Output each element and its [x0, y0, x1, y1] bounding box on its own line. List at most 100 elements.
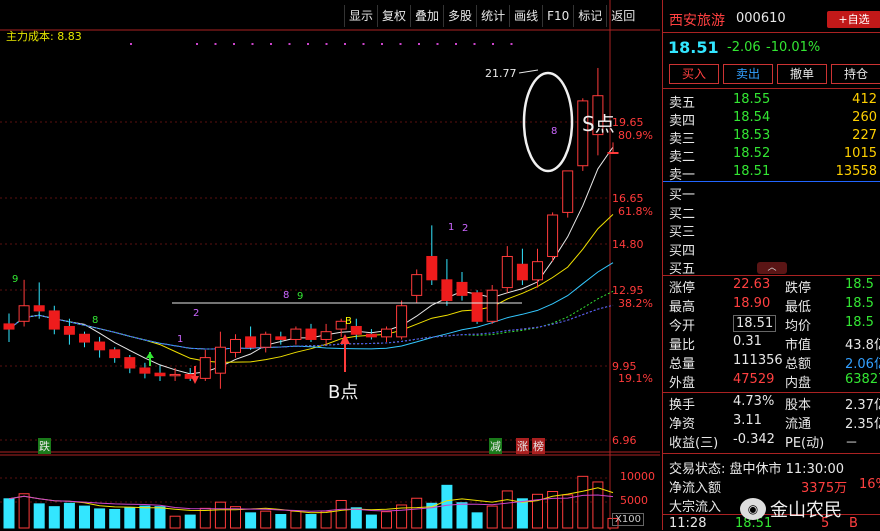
candle-body	[48, 310, 60, 330]
volume-bar	[471, 512, 483, 529]
price-change: -2.06	[727, 40, 761, 55]
overlays	[146, 69, 574, 384]
ask-price: 18.55	[733, 92, 771, 107]
candle-body	[365, 333, 377, 338]
toolbar-button[interactable]: 画线	[509, 5, 542, 27]
bid-row[interactable]: 买二	[663, 203, 880, 222]
stat-value: 3.11	[733, 413, 762, 428]
cancel-order-button[interactable]: 撤单	[777, 64, 827, 84]
signal-dot	[270, 43, 272, 45]
stat-value: 18.51	[733, 315, 777, 332]
bid-label: 买二	[669, 206, 696, 222]
volume-bar	[350, 507, 362, 529]
bid-row[interactable]: 买一	[663, 184, 880, 203]
volume-bar	[94, 508, 106, 529]
volume-bar	[411, 497, 423, 529]
candle-body	[260, 333, 272, 348]
volume-bar	[124, 507, 136, 529]
signal-dot	[381, 43, 383, 45]
volume-bar	[365, 514, 377, 529]
stat-label: 流通	[785, 417, 812, 432]
ask-row[interactable]: 卖三 18.53 227	[663, 128, 880, 147]
list-tag: 榜	[532, 438, 545, 454]
stat-row: 今开 18.51 均价 18.5	[663, 315, 880, 334]
position-button[interactable]: 持仓	[831, 64, 880, 84]
ask-row[interactable]: 卖四 18.54 260	[663, 110, 880, 129]
bid-label: 买一	[669, 188, 696, 203]
ask-price: 18.52	[733, 146, 771, 161]
signal-dot	[307, 43, 309, 45]
stat-row: 换手 4.73% 股本 2.37亿	[663, 394, 880, 413]
volume-unit: X100	[612, 513, 644, 526]
stat-value: 43.8亿	[845, 338, 880, 353]
volume-bar	[320, 510, 332, 529]
toolbar-button[interactable]: F10	[542, 5, 573, 27]
toolbar-button[interactable]: 多股	[443, 5, 476, 27]
toolbar-button[interactable]: 统计	[476, 5, 509, 27]
arrow-up-icon	[146, 352, 154, 358]
signal-dot	[325, 43, 328, 45]
volume-bar	[169, 515, 181, 529]
volume-bar	[3, 498, 15, 529]
signal-dot	[418, 43, 420, 45]
signal-dot	[510, 43, 513, 45]
stat-label: 均价	[785, 319, 812, 334]
ask-row[interactable]: 卖一 18.51 13558	[663, 164, 880, 183]
price-tick: 19.65	[612, 116, 644, 129]
candle-body	[139, 367, 151, 374]
b-point-label: B点	[328, 382, 359, 403]
stat-value: 22.63	[733, 277, 771, 292]
candle-body	[547, 214, 559, 257]
candle-body	[471, 292, 483, 322]
block-inflow-label: 大宗流入	[669, 500, 722, 515]
candle-body	[18, 305, 30, 322]
bid-row[interactable]: 买三	[663, 221, 880, 240]
signal-dot	[473, 43, 476, 45]
toolbar-button[interactable]: 返回	[606, 5, 639, 27]
bid-row[interactable]: 买四	[663, 240, 880, 259]
collapse-toggle[interactable]: ︿	[757, 262, 787, 274]
signal-dot	[344, 43, 346, 45]
candle-body	[124, 357, 136, 369]
td-count: 9	[297, 291, 304, 302]
add-watchlist-button[interactable]: +自选	[827, 11, 880, 28]
kline-chart[interactable]	[0, 0, 660, 530]
volume-bar	[79, 505, 90, 529]
candle-body	[245, 336, 257, 348]
candle-body	[381, 328, 392, 338]
stat-value: 47529	[733, 372, 775, 387]
signal-dot	[233, 43, 235, 45]
candle-body	[79, 333, 90, 343]
ask-label: 卖四	[669, 114, 696, 129]
stat-value: 18.90	[733, 296, 771, 311]
sell-button[interactable]: 卖出	[723, 64, 773, 84]
signal-dot	[288, 43, 291, 45]
ask-row[interactable]: 卖五 18.55 412	[663, 92, 880, 111]
stat-label: 外盘	[669, 376, 696, 391]
candles	[3, 67, 619, 389]
volume-bar	[290, 510, 302, 529]
volume-bar	[260, 510, 272, 529]
volume-bar	[516, 498, 528, 529]
ask-volume: 13558	[835, 164, 877, 179]
stock-name: 西安旅游	[669, 13, 725, 29]
toolbar-button[interactable]: 复权	[377, 5, 410, 27]
stat-row: 外盘 47529 内盘 63827	[663, 372, 880, 391]
ask-price: 18.51	[733, 164, 771, 179]
ask-row[interactable]: 卖二 18.52 1015	[663, 146, 880, 165]
s-point-label: S点	[582, 112, 615, 136]
signal-dot	[214, 43, 217, 45]
toolbar-button[interactable]: 标记	[573, 5, 606, 27]
volume-bar	[199, 507, 211, 529]
toolbar-button[interactable]: 叠加	[410, 5, 443, 27]
volume-bar	[501, 490, 513, 529]
stat-value: 18.5	[845, 315, 874, 330]
stat-row: 总量 111356总额 2.06亿	[663, 353, 880, 372]
buy-button[interactable]: 买入	[669, 64, 719, 84]
stat-row: 最高 18.90 最低 18.5	[663, 296, 880, 315]
candle-body	[33, 305, 45, 312]
stat-label: 量比	[669, 338, 696, 353]
toolbar-button[interactable]: 显示	[344, 5, 377, 27]
chart-area[interactable]: 显示 复权 叠加 多股 统计 画线 F10 标记 返回 主力成本: 8.83 19.65 80.…	[0, 0, 660, 530]
divider	[663, 453, 880, 454]
